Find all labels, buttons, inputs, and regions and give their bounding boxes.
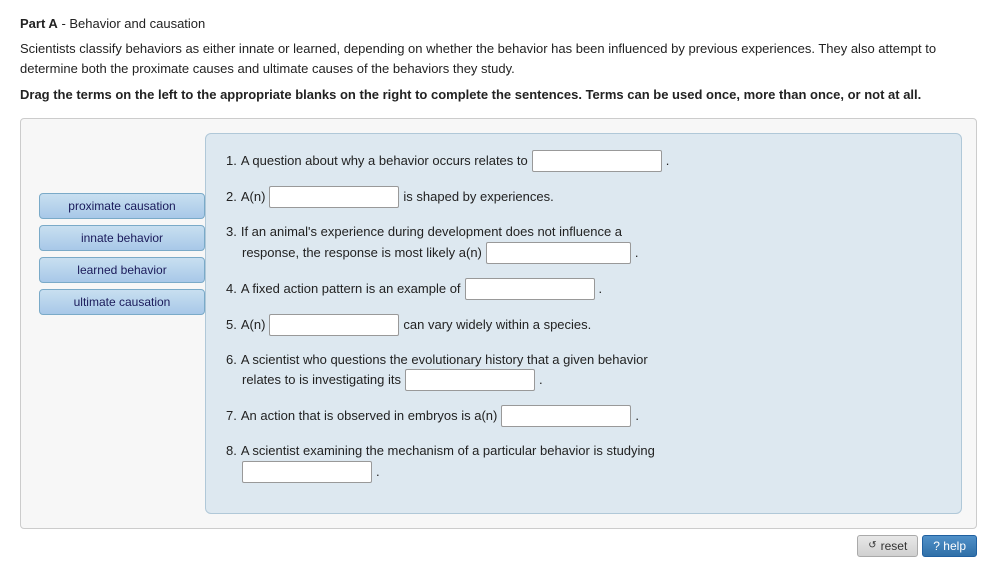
questions-panel: 1. A question about why a behavior occur…	[205, 133, 962, 514]
q1-text-before: A question about why a behavior occurs r…	[241, 151, 528, 171]
q2-text-before: A(n)	[241, 187, 266, 207]
q2-text-after: is shaped by experiences.	[403, 187, 553, 207]
description-text: Scientists classify behaviors as either …	[20, 39, 940, 78]
q8-number: 8.	[226, 441, 237, 461]
activity-area: proximate causation innate behavior lear…	[20, 118, 977, 529]
question-4: 4. A fixed action pattern is an example …	[226, 278, 941, 300]
q6-blank[interactable]	[405, 369, 535, 391]
help-button[interactable]: ? help	[922, 535, 977, 557]
reset-label: reset	[881, 539, 908, 553]
question-8: 8. A scientist examining the mechanism o…	[226, 441, 941, 483]
q5-text-before: A(n)	[241, 315, 266, 335]
q3-line2: response, the response is most likely a(…	[242, 243, 482, 263]
q1-text-after: .	[666, 151, 670, 171]
part-label: Part A	[20, 16, 58, 31]
q6-line1: A scientist who questions the evolutiona…	[241, 350, 648, 370]
q7-text-after: .	[635, 406, 639, 426]
q7-text-before: An action that is observed in embryos is…	[241, 406, 498, 426]
part-title: - Behavior and causation	[61, 16, 205, 31]
term-learned-behavior[interactable]: learned behavior	[39, 257, 205, 283]
q7-number: 7.	[226, 406, 237, 426]
q3-line1: If an animal's experience during develop…	[241, 222, 622, 242]
q7-blank[interactable]	[501, 405, 631, 427]
footer-bar: ↺ reset ? help	[20, 535, 977, 557]
q8-blank[interactable]	[242, 461, 372, 483]
help-label: ? help	[933, 539, 966, 553]
terms-panel: proximate causation innate behavior lear…	[35, 133, 205, 514]
q4-text-after: .	[599, 279, 603, 299]
question-1: 1. A question about why a behavior occur…	[226, 150, 941, 172]
q5-blank[interactable]	[269, 314, 399, 336]
q3-text-after: .	[635, 243, 639, 263]
q2-number: 2.	[226, 187, 237, 207]
q3-blank[interactable]	[486, 242, 631, 264]
q2-blank[interactable]	[269, 186, 399, 208]
q3-number: 3.	[226, 222, 237, 242]
q8-line1: A scientist examining the mechanism of a…	[241, 441, 655, 461]
reset-icon: ↺	[868, 540, 876, 551]
question-2: 2. A(n) is shaped by experiences.	[226, 186, 941, 208]
q4-blank[interactable]	[465, 278, 595, 300]
question-6: 6. A scientist who questions the evoluti…	[226, 350, 941, 392]
term-proximate-causation[interactable]: proximate causation	[39, 193, 205, 219]
term-ultimate-causation[interactable]: ultimate causation	[39, 289, 205, 315]
q5-number: 5.	[226, 315, 237, 335]
q6-number: 6.	[226, 350, 237, 370]
term-innate-behavior[interactable]: innate behavior	[39, 225, 205, 251]
q5-text-after: can vary widely within a species.	[403, 315, 591, 335]
question-3: 3. If an animal's experience during deve…	[226, 222, 941, 264]
part-header: Part A - Behavior and causation	[20, 16, 977, 31]
q6-text-after: .	[539, 370, 543, 390]
instruction-text: Drag the terms on the left to the approp…	[20, 86, 940, 104]
q1-number: 1.	[226, 151, 237, 171]
page-wrapper: Part A - Behavior and causation Scientis…	[0, 0, 997, 577]
question-7: 7. An action that is observed in embryos…	[226, 405, 941, 427]
q6-line2: relates to is investigating its	[242, 370, 401, 390]
q8-text-after: .	[376, 462, 380, 482]
q1-blank[interactable]	[532, 150, 662, 172]
q4-number: 4.	[226, 279, 237, 299]
reset-button[interactable]: ↺ reset	[857, 535, 918, 557]
question-5: 5. A(n) can vary widely within a species…	[226, 314, 941, 336]
q4-text-before: A fixed action pattern is an example of	[241, 279, 461, 299]
